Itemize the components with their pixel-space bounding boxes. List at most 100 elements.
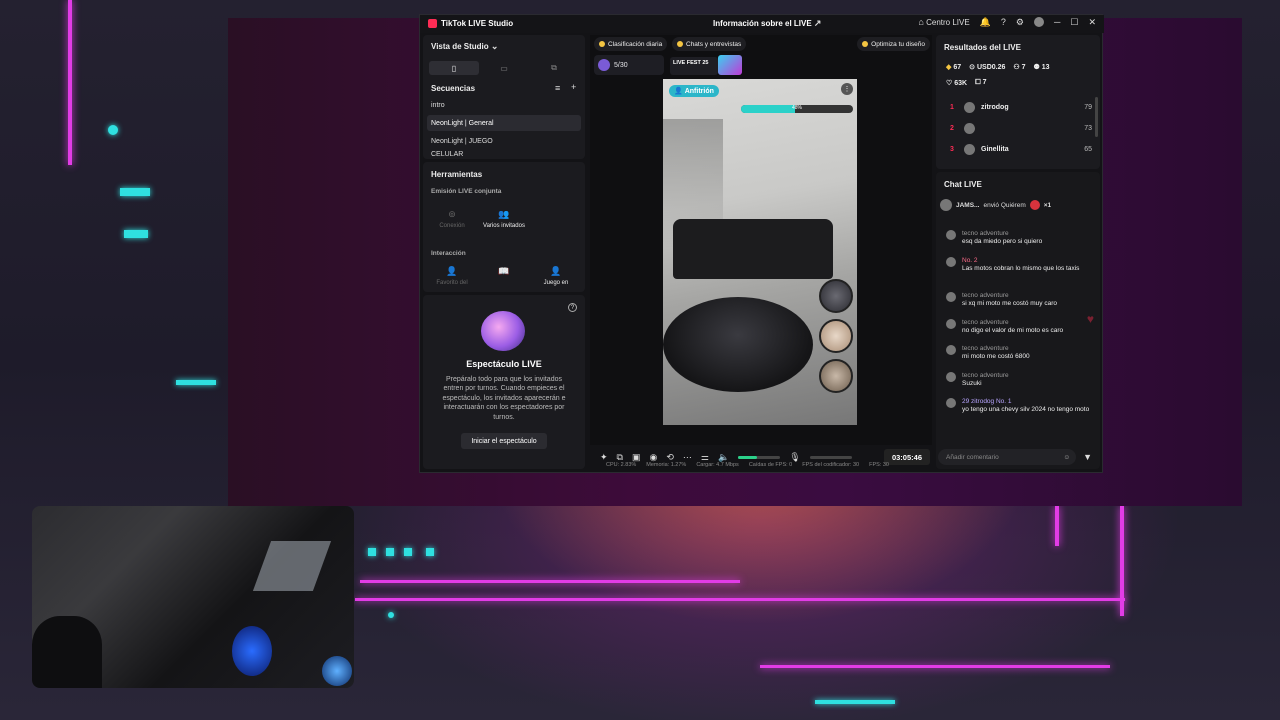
avatar bbox=[964, 122, 975, 134]
badge-icon bbox=[598, 59, 610, 71]
replay-icon[interactable]: ⟲ bbox=[666, 452, 674, 462]
gift-icon: ⧠ bbox=[975, 79, 981, 86]
chat-user: No. 2 bbox=[962, 257, 978, 264]
portrait-layout-button[interactable]: ▯ bbox=[429, 61, 479, 75]
layout-toggle: ▯ ▭ ⧉ bbox=[429, 61, 579, 75]
multi-layout-button[interactable]: ⧉ bbox=[529, 61, 579, 75]
chat-message[interactable]: tecno adventure no digo el valor de mi mo… bbox=[946, 319, 1094, 336]
avatar[interactable] bbox=[1033, 17, 1044, 27]
more-icon[interactable]: ⋮ bbox=[841, 83, 853, 95]
filter-icon[interactable]: ▼ bbox=[1083, 453, 1092, 462]
landscape-layout-button[interactable]: ▭ bbox=[479, 61, 529, 75]
chat-text: esq da miedo pero si quiero bbox=[962, 238, 1043, 246]
add-icon[interactable]: + bbox=[571, 83, 576, 92]
people-icon: ⚉ bbox=[1033, 64, 1040, 71]
magic-icon[interactable]: ✦ bbox=[600, 452, 608, 462]
live-fest-banner[interactable]: LIVE FEST 25 bbox=[670, 57, 718, 75]
volume-icon[interactable]: 🔈 bbox=[718, 452, 729, 462]
heart-icon: ♥ bbox=[1086, 312, 1094, 326]
chat-user: tecno adventure bbox=[962, 345, 1009, 352]
share-icon[interactable]: ↗ bbox=[814, 19, 822, 28]
bell-icon[interactable]: 🔔 bbox=[980, 17, 991, 27]
scene-item[interactable]: NeonLight | General bbox=[427, 115, 581, 131]
more-icon[interactable]: ⋯ bbox=[683, 452, 692, 462]
chat-message[interactable]: 29 zitrodog No. 1 yo tengo una chevy silv… bbox=[946, 398, 1094, 415]
multi-guest-tool[interactable]: 👥 Varios invitados bbox=[481, 199, 527, 239]
rank-name: zitrodog bbox=[981, 103, 1009, 111]
window-icon[interactable]: ▣ bbox=[632, 452, 641, 462]
shares-value: 13 bbox=[1041, 64, 1050, 71]
likes-value: 63K bbox=[954, 80, 968, 87]
neon-dot bbox=[108, 125, 118, 135]
ranking-row[interactable]: 1 zitrodog 79 bbox=[950, 99, 1092, 115]
guest-avatar[interactable] bbox=[819, 279, 853, 313]
chat-user: tecno adventure bbox=[962, 230, 1009, 237]
gift-icon bbox=[1029, 200, 1040, 210]
right-sidebar: Resultados del LIVE ◆ 67 ⊙ USD0.26 ⚇ 7 ⚉… bbox=[936, 35, 1100, 469]
interaction-section-label: Interacción bbox=[431, 250, 466, 257]
chair-shape bbox=[32, 616, 102, 688]
chats-button[interactable]: Chats y entrevistas bbox=[672, 37, 747, 51]
diamond-icon: ◆ bbox=[946, 64, 952, 71]
centro-live-button[interactable]: ⌂ Centro LIVE bbox=[918, 17, 969, 27]
live-show-title: Espectáculo LIVE bbox=[466, 359, 542, 369]
rank-number: 2 bbox=[950, 124, 954, 132]
gift-count: ×1 bbox=[1043, 201, 1052, 209]
title-bar: TikTok LIVE Studio Información sobre el … bbox=[420, 15, 1104, 33]
avatar bbox=[946, 257, 956, 267]
emoji-icon[interactable]: ☺ bbox=[1063, 454, 1070, 461]
users-icon: ⚇ bbox=[1013, 64, 1020, 71]
chat-message[interactable]: tecno adventure mi moto me costó 6800 bbox=[946, 345, 1094, 362]
chat-message[interactable]: No. 2 Las motos cobran lo mismo que los t… bbox=[946, 257, 1094, 274]
guest-avatar[interactable] bbox=[819, 359, 853, 393]
help-icon[interactable]: ? bbox=[1001, 17, 1006, 27]
earnings-value: USD0.26 bbox=[976, 64, 1006, 71]
comment-input[interactable]: Añadir comentario ☺ bbox=[938, 449, 1076, 465]
stream-preview[interactable]: 👤 Anfitrión ⋮ 48% bbox=[663, 79, 857, 425]
studio-view-dropdown[interactable]: Vista de Studio ⌄ bbox=[431, 42, 498, 52]
chat-text: Las motos cobran lo mismo que los taxis bbox=[962, 265, 1080, 273]
users-icon: 👥 bbox=[498, 209, 510, 219]
avatar bbox=[946, 372, 956, 382]
gift-notification: JAMS... envió Quiérem ×1 bbox=[940, 196, 1096, 214]
optimize-design-button[interactable]: Optimiza tu diseño bbox=[857, 37, 930, 51]
minimize-icon[interactable]: ─ bbox=[1054, 17, 1060, 27]
webcam-overlay bbox=[32, 506, 354, 688]
gear-icon[interactable]: ⚙ bbox=[1016, 17, 1024, 27]
ranking-row[interactable]: 3 Ginellita 65 bbox=[950, 141, 1092, 157]
record-icon[interactable]: ◉ bbox=[650, 452, 658, 462]
close-icon[interactable]: ✕ bbox=[1088, 17, 1096, 27]
mic-icon[interactable]: 🎙 bbox=[789, 452, 800, 462]
goal-widget[interactable]: 5/30 bbox=[594, 55, 664, 75]
live-info-title[interactable]: Información sobre el LIVE bbox=[713, 19, 812, 28]
coin-icon: ⊙ bbox=[969, 64, 976, 71]
heart-icon: ♡ bbox=[946, 80, 953, 87]
chat-message[interactable]: tecno adventure si xq mi moto me costó mu… bbox=[946, 292, 1094, 309]
maximize-icon[interactable]: ☐ bbox=[1070, 17, 1078, 27]
connection-tool[interactable]: ⊚ Conexión bbox=[429, 199, 475, 239]
scene-item[interactable]: intro bbox=[427, 97, 581, 113]
game-tool[interactable]: 👤 Juego en bbox=[533, 262, 579, 292]
scene-item[interactable]: CELULAR bbox=[427, 151, 581, 159]
list-icon[interactable]: ≡ bbox=[555, 84, 560, 93]
guest-avatar[interactable] bbox=[819, 319, 853, 353]
encoder-fps-stat: FPS del codificador: 30 bbox=[802, 462, 860, 468]
screen-share-icon[interactable]: ⧉ bbox=[617, 452, 623, 462]
sliders-icon[interactable]: ⚌ bbox=[701, 452, 709, 462]
sequences-title: Secuencias bbox=[431, 84, 476, 93]
ranking-row[interactable]: 2 73 bbox=[950, 120, 1092, 136]
chat-message[interactable]: tecno adventure Suzuki bbox=[946, 372, 1094, 389]
help-icon[interactable]: ? bbox=[568, 303, 577, 312]
chat-message[interactable]: tecno adventure esq da miedo pero si quie… bbox=[946, 230, 1094, 247]
mic-slider[interactable] bbox=[809, 455, 852, 459]
start-show-button[interactable]: Iniciar el espectáculo bbox=[461, 433, 547, 449]
neon-dot bbox=[426, 548, 434, 556]
left-sidebar: Vista de Studio ⌄ ▯ ▭ ⧉ Secuencias ≡ + i… bbox=[423, 35, 585, 469]
daily-ranking-button[interactable]: Clasificación diaria bbox=[594, 37, 668, 51]
book-tool[interactable]: 📖 bbox=[481, 262, 527, 292]
volume-slider[interactable] bbox=[738, 455, 781, 459]
favorite-tool[interactable]: 👤 Favorito del bbox=[429, 262, 475, 292]
scrollbar[interactable] bbox=[1095, 97, 1098, 137]
scene-item[interactable]: NeonLight | JUEGO bbox=[427, 133, 581, 149]
chat-user: tecno adventure bbox=[962, 292, 1009, 299]
